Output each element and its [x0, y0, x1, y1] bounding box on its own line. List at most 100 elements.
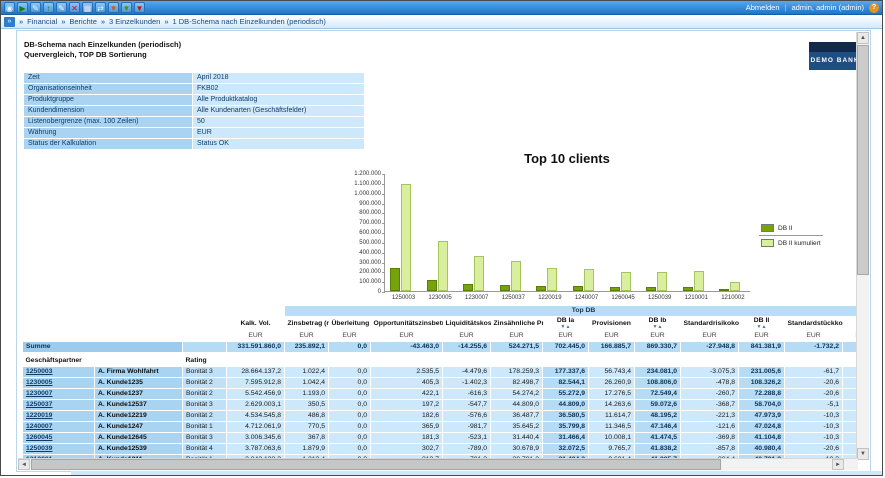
value-cell: -121,6: [681, 421, 739, 432]
column-header: Zinsähnliche Provisionen: [491, 316, 543, 331]
column-header-label: Zinsbetrag (nominal): [288, 320, 329, 327]
unit-cell: EUR: [739, 331, 785, 342]
report-title-line2: Quervergleich, TOP DB Sortierung: [24, 50, 181, 60]
legend-label: DB II: [778, 225, 792, 232]
partner-id-link[interactable]: 1260045: [26, 434, 52, 441]
breadcrumb-item[interactable]: Financial: [27, 17, 57, 26]
x-axis-label: 1230007: [458, 295, 495, 301]
export-excel-icon[interactable]: ▼: [121, 2, 132, 13]
column-header-label: Opportunitätszinsbetrag (Basiszins): [374, 320, 443, 327]
db-value-cell: 36.580,5: [543, 410, 589, 421]
header-blank: [23, 316, 227, 331]
scroll-down-button[interactable]: ▼: [857, 448, 869, 460]
value-cell: -789,0: [443, 443, 491, 454]
chart-legend: DB IIDB II kumuliert: [759, 221, 823, 250]
vertical-scroll-thumb[interactable]: [857, 45, 869, 275]
db-value-cell: 234.081,0: [635, 366, 681, 377]
breadcrumb: »Financial»Berichte»3 Einzelkunden»1 DB-…: [19, 17, 326, 26]
partner-id-link[interactable]: 1220019: [26, 412, 52, 419]
export-xml-icon[interactable]: ▼: [134, 2, 145, 13]
column-header: Standardstückkosten: [785, 316, 843, 331]
partner-name-cell: A. Kunde1237: [95, 388, 183, 399]
partner-id-link[interactable]: 1240007: [26, 423, 52, 430]
breadcrumb-item[interactable]: 3 Einzelkunden: [109, 17, 160, 26]
unit-cell: EUR: [681, 331, 739, 342]
value-cell: 0,0: [329, 410, 371, 421]
partner-id-cell: 1260045: [23, 432, 95, 443]
vertical-scrollbar[interactable]: ▲ ▼: [856, 32, 869, 460]
run-report-icon[interactable]: ▶: [17, 2, 28, 13]
unit-cell: EUR: [543, 331, 589, 342]
sort-icon[interactable]: ▼▲: [638, 325, 678, 330]
partner-id-link[interactable]: 1230007: [26, 390, 52, 397]
value-cell: 14.263,6: [589, 399, 635, 410]
report-icon[interactable]: ◉: [4, 2, 15, 13]
horizontal-scroll-thumb[interactable]: [31, 459, 721, 470]
breadcrumb-separator: »: [19, 17, 23, 26]
x-axis-label: 1220019: [531, 295, 568, 301]
delete-icon[interactable]: ✕: [69, 2, 80, 13]
copy-icon[interactable]: ⇄: [95, 2, 106, 13]
value-cell: 302,7: [371, 443, 443, 454]
value-cell: 1.879,9: [285, 443, 329, 454]
parameter-row: ZeitApril 2018: [24, 73, 364, 83]
table-icon[interactable]: ▦: [82, 2, 93, 13]
partner-id-link[interactable]: 1230005: [26, 379, 52, 386]
breadcrumb-bar: » »Financial»Berichte»3 Einzelkunden»1 D…: [1, 15, 882, 29]
scroll-left-button[interactable]: ◄: [18, 459, 30, 470]
value-cell: -20,6: [785, 443, 843, 454]
table-row: 1220019A. Kunde12219Bonität 24.534.545,8…: [23, 410, 863, 421]
edit-icon[interactable]: ✎: [56, 2, 67, 13]
column-group-top-db: Top DB: [285, 306, 863, 316]
unit-cell: EUR: [635, 331, 681, 342]
value-cell: -221,3: [681, 410, 739, 421]
breadcrumb-item[interactable]: 1 DB-Schema nach Einzelkunden (periodisc…: [173, 17, 326, 26]
partner-column-label: Geschäftspartner: [23, 356, 183, 367]
value-cell: 11.614,7: [589, 410, 635, 421]
value-cell: -523,1: [443, 432, 491, 443]
db-value-cell: 41.474,5: [635, 432, 681, 443]
y-axis-tick: [382, 233, 385, 234]
y-axis-tick: [382, 272, 385, 273]
table-row: 1230007A. Kunde1237Bonität 25.542.456,91…: [23, 388, 863, 399]
report-title-line1: DB-Schema nach Einzelkunden (periodisch): [24, 40, 181, 50]
export-pdf-icon[interactable]: ▼: [108, 2, 119, 13]
y-axis-label: 300.000: [341, 260, 385, 266]
partner-id-cell: 1250003: [23, 366, 95, 377]
parameter-label: Produktgruppe: [24, 95, 192, 105]
bank-logo-text: DEMO BANK: [809, 52, 861, 70]
edit-params-icon[interactable]: ✎: [30, 2, 41, 13]
partner-id-link[interactable]: 1250039: [26, 445, 52, 452]
sort-icon[interactable]: ▼▲: [742, 325, 782, 330]
help-icon[interactable]: ?: [869, 3, 879, 13]
parameter-row: Listenobergrenze (max. 100 Zeilen)50: [24, 117, 364, 127]
import-icon[interactable]: ↑: [43, 2, 54, 13]
scroll-up-button[interactable]: ▲: [857, 32, 869, 44]
rating-column-label: Rating: [183, 356, 227, 367]
unit-cell: EUR: [589, 331, 635, 342]
db-value-cell: 35.799,8: [543, 421, 589, 432]
sort-icon[interactable]: ▼▲: [546, 325, 586, 330]
db-value-cell: 41.838,2: [635, 443, 681, 454]
breadcrumb-item[interactable]: Berichte: [69, 17, 97, 26]
logout-link[interactable]: Abmelden: [746, 3, 780, 12]
table-row: 1230005A. Kunde1235Bonität 27.595.912,81…: [23, 377, 863, 388]
scroll-right-button[interactable]: ►: [832, 459, 844, 470]
column-header: Liquiditätskosten: [443, 316, 491, 331]
db-value-cell: 44.809,0: [543, 399, 589, 410]
partner-name-cell: A. Firma Wohlfahrt: [95, 366, 183, 377]
value-cell: -478,8: [681, 377, 739, 388]
partner-id-link[interactable]: 1250003: [26, 368, 52, 375]
expand-sidebar-button[interactable]: »: [4, 17, 15, 27]
parameter-row: KundendimensionAlle Kundenarten (Geschäf…: [24, 106, 364, 116]
table-row: 1250003A. Firma WohlfahrtBonität 328.664…: [23, 366, 863, 377]
value-cell: 36.487,7: [491, 410, 543, 421]
value-cell: 350,5: [285, 399, 329, 410]
y-axis-tick: [382, 263, 385, 264]
partner-id-link[interactable]: 1250037: [26, 401, 52, 408]
y-axis-label: 0: [341, 289, 385, 295]
value-cell: 367,8: [285, 432, 329, 443]
db-value-cell: 58.704,0: [739, 399, 785, 410]
value-cell: 422,1: [371, 388, 443, 399]
horizontal-scrollbar[interactable]: ◄ ►: [18, 458, 858, 470]
